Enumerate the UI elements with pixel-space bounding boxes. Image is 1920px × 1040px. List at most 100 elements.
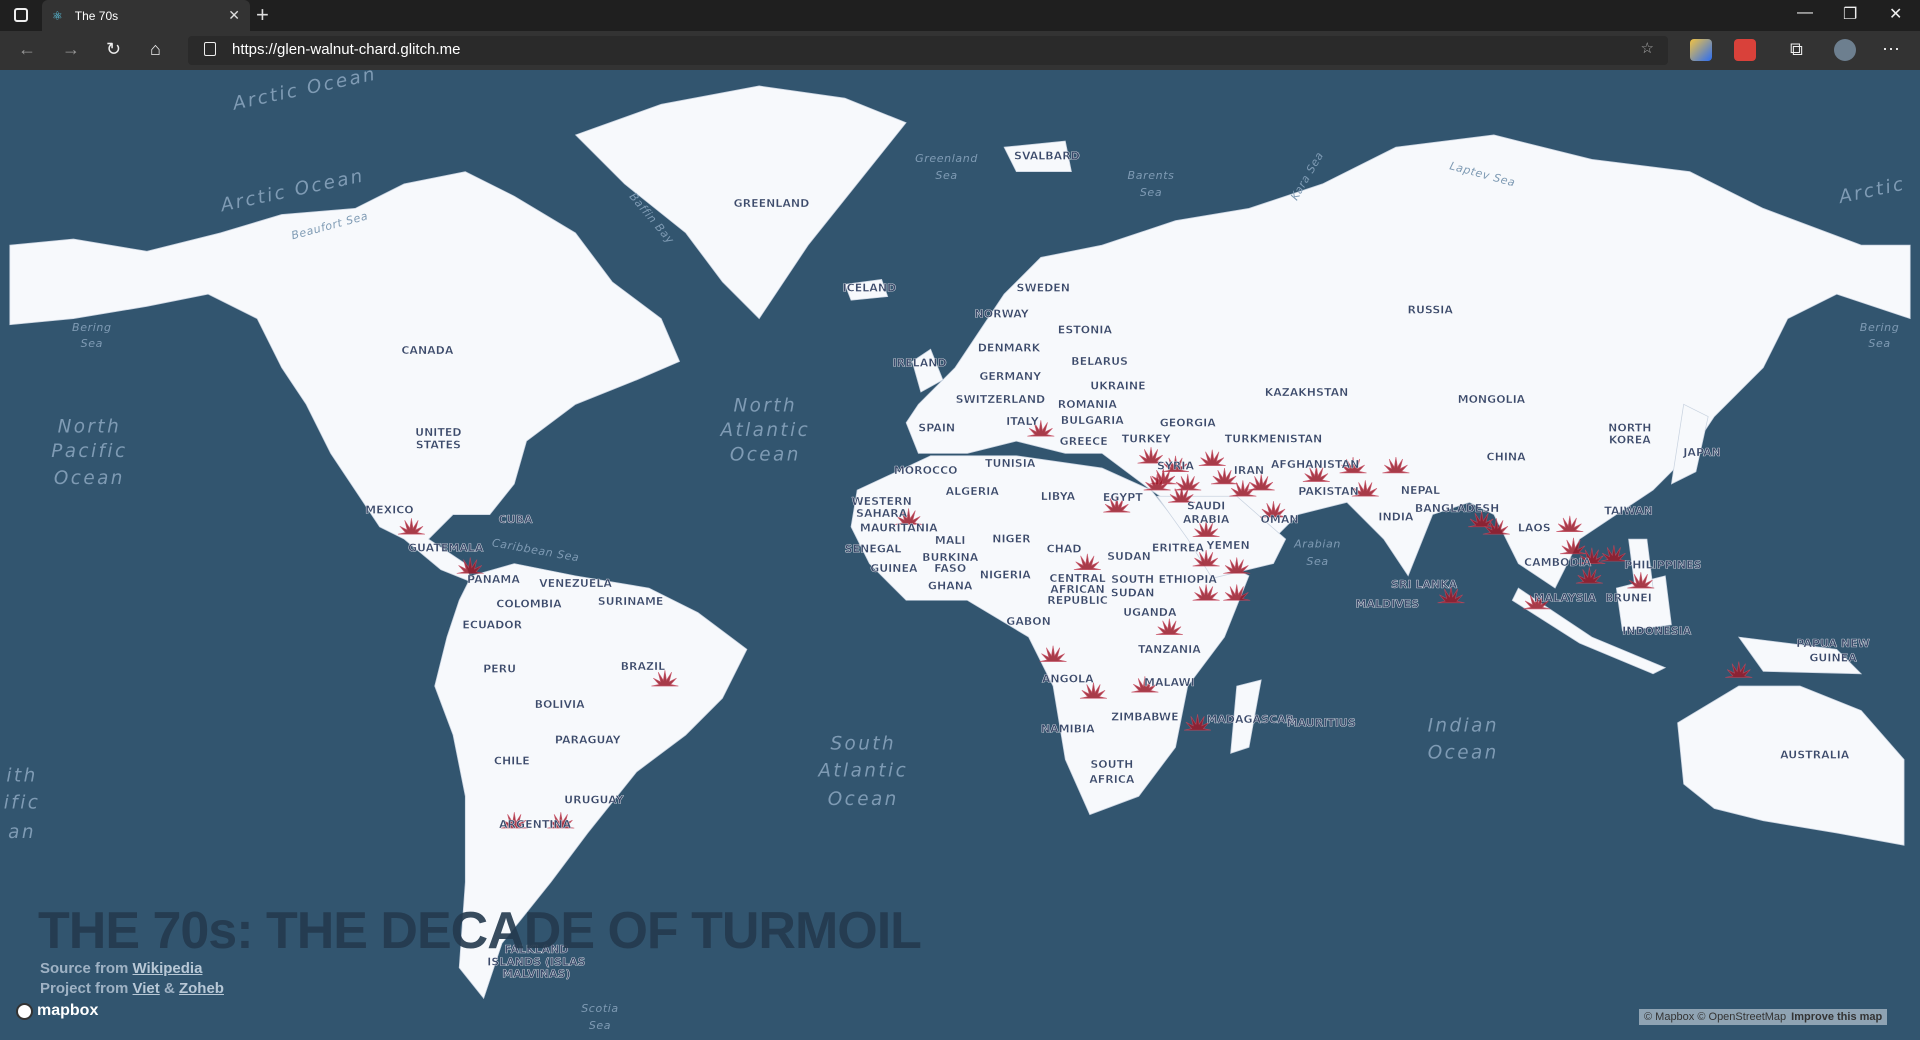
country-label: KOREA — [1609, 434, 1651, 447]
mapbox-logo[interactable]: mapbox — [16, 1002, 98, 1020]
country-label: SOUTH — [1111, 573, 1154, 586]
country-label: ESTONIA — [1058, 323, 1113, 336]
country-label: REPUBLIC — [1047, 594, 1108, 607]
refresh-icon[interactable]: ↻ — [106, 39, 121, 60]
map-attribution: © Mapbox © OpenStreetMap Improve this map — [1639, 1009, 1888, 1025]
profile-avatar[interactable] — [1834, 39, 1856, 61]
country-label: AFRICA — [1089, 773, 1135, 786]
country-label: TANZANIA — [1138, 643, 1201, 656]
country-label: RUSSIA — [1407, 304, 1453, 317]
country-label: MONGOLIA — [1458, 393, 1526, 406]
home-icon[interactable]: ⌂ — [150, 39, 161, 60]
ocean-label: ith — [6, 766, 37, 787]
country-label: WESTERN — [851, 495, 911, 508]
conflict-marker[interactable] — [1575, 567, 1603, 584]
world-map[interactable]: Arctic Ocean Arctic Ocean Arctic North Pacif… — [0, 70, 1920, 1040]
restore-icon[interactable]: ❐ — [1843, 4, 1857, 24]
country-label: CHINA — [1487, 451, 1527, 464]
ocean-label: Pacific — [51, 441, 127, 462]
country-label: GUATEMALA — [408, 541, 484, 554]
ocean-label: Ocean — [730, 445, 801, 466]
land-north-america — [9, 171, 681, 583]
country-label: MALAWI — [1144, 676, 1195, 689]
country-label: FASO — [934, 562, 966, 575]
country-label: GREECE — [1060, 435, 1108, 448]
country-label: TURKEY — [1122, 432, 1172, 445]
country-label: GEORGIA — [1160, 416, 1217, 429]
country-label: MALDIVES — [1355, 598, 1419, 611]
country-label: MEXICO — [365, 503, 414, 516]
land-australia — [1677, 685, 1905, 846]
improve-map-link[interactable]: Improve this map — [1791, 1011, 1882, 1023]
wikipedia-link[interactable]: Wikipedia — [133, 960, 203, 977]
country-label: SPAIN — [918, 421, 955, 434]
ocean-label: North — [58, 417, 122, 438]
country-label: EGYPT — [1103, 491, 1143, 504]
country-label: UGANDA — [1123, 606, 1177, 619]
country-label: STATES — [416, 438, 461, 451]
extension-icon[interactable] — [1690, 39, 1712, 61]
favorite-add-icon[interactable]: ☆ — [1641, 39, 1654, 57]
close-icon[interactable]: ✕ — [228, 7, 240, 24]
country-label: UNITED — [415, 426, 461, 439]
ocean-label: Sea — [1868, 337, 1890, 350]
ocean-label: an — [8, 822, 36, 843]
ocean-label: Arctic — [1836, 174, 1907, 209]
country-label: ITALY — [1006, 415, 1040, 428]
country-label: CUBA — [499, 513, 533, 526]
ocean-label: Ocean — [828, 789, 899, 810]
minimize-icon[interactable]: — — [1797, 4, 1813, 22]
ocean-label: Sea — [81, 337, 103, 350]
country-label: PHILIPPINES — [1624, 558, 1701, 571]
viet-link[interactable]: Viet — [133, 980, 160, 997]
address-bar: ← → ↻ ⌂ https://glen-walnut-chard.glitch… — [0, 31, 1920, 70]
ocean-label: Indian — [1428, 715, 1499, 736]
ocean-label: Atlantic — [719, 420, 810, 441]
country-label: BRAZIL — [621, 660, 666, 673]
country-label: BOLIVIA — [535, 698, 585, 711]
country-label: CAMBODIA — [1524, 556, 1592, 569]
more-icon[interactable]: ⋯ — [1882, 39, 1900, 60]
country-label: PAKISTAN — [1298, 485, 1359, 498]
extension-icon-2[interactable] — [1734, 39, 1756, 61]
country-label: MADAGASCAR — [1206, 713, 1294, 726]
country-label: SUDAN — [1111, 587, 1155, 600]
country-label: GABON — [1006, 615, 1051, 628]
ocean-label: Arctic Ocean — [230, 70, 379, 115]
country-label: PAPUA NEW — [1796, 637, 1870, 650]
tab-the-70s[interactable]: ⚛ The 70s ✕ — [42, 0, 250, 31]
country-label: PARAGUAY — [555, 734, 622, 747]
country-label: NORTH — [1608, 421, 1651, 434]
country-label: ARABIA — [1183, 513, 1230, 526]
ocean-label: Sea — [935, 169, 957, 182]
country-label: NORWAY — [975, 307, 1030, 320]
ocean-label: Sea — [1306, 555, 1328, 568]
window-close-icon[interactable]: ✕ — [1889, 4, 1902, 24]
country-label: SRI LANKA — [1391, 578, 1458, 591]
country-label: ALGERIA — [946, 485, 1000, 498]
plus-icon[interactable]: + — [256, 2, 269, 28]
country-label: CANADA — [401, 344, 453, 357]
conflict-marker[interactable] — [1725, 661, 1753, 678]
country-label: AUSTRALIA — [1780, 748, 1850, 761]
back-icon[interactable]: ← — [18, 39, 36, 60]
country-label: GUINEA — [870, 562, 918, 575]
sidebar-icon[interactable] — [14, 8, 28, 22]
ocean-label: Barents — [1128, 169, 1175, 182]
collections-icon[interactable]: ⧉ — [1790, 39, 1803, 60]
zoheb-link[interactable]: Zoheb — [179, 980, 224, 997]
country-label: JAPAN — [1682, 446, 1720, 459]
ocean-label: Caribbean Sea — [491, 536, 580, 564]
country-label: INDIA — [1378, 511, 1414, 524]
ocean-label: Ocean — [1428, 742, 1499, 763]
url-input[interactable]: https://glen-walnut-chard.glitch.me ☆ — [188, 36, 1668, 65]
country-label: ICELAND — [843, 282, 897, 295]
country-label: CHILE — [494, 754, 530, 767]
country-label: OMAN — [1261, 513, 1299, 526]
country-label: NIGER — [992, 533, 1031, 546]
country-label: SWEDEN — [1017, 282, 1070, 295]
forward-icon[interactable]: → — [62, 39, 80, 60]
country-label: MAURITANIA — [860, 522, 938, 535]
country-label: MALAYSIA — [1534, 592, 1597, 605]
ocean-label: Bering — [1860, 321, 1900, 334]
